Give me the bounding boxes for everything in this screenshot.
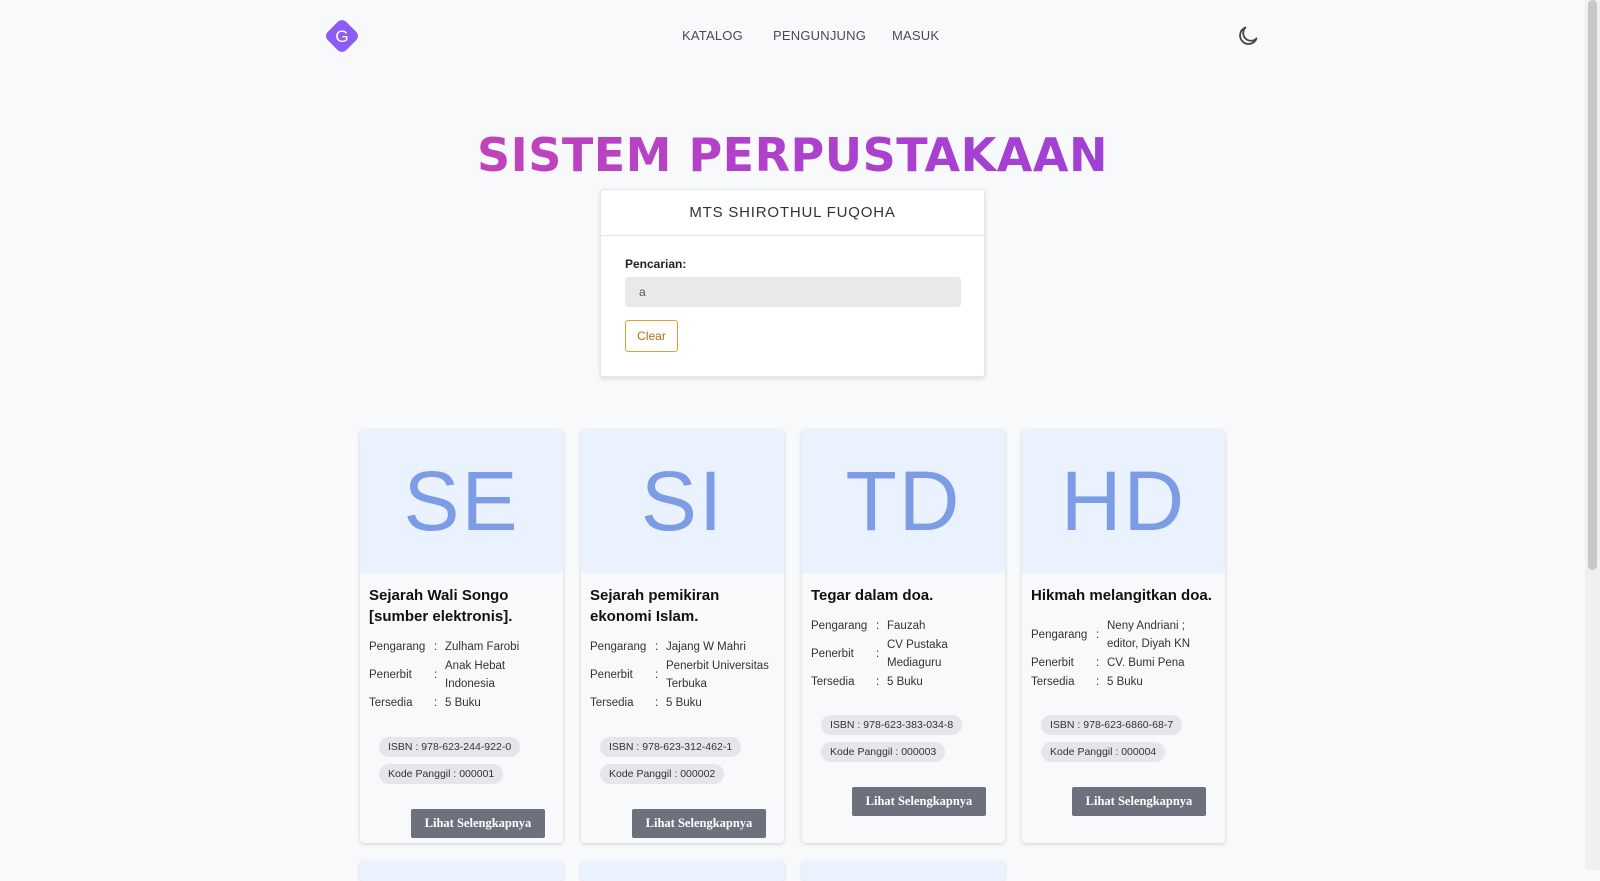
meta-label-tersedia: Tersedia	[590, 696, 634, 709]
meta-colon: :	[1096, 628, 1100, 641]
kode-panggil-badge: Kode Panggil : 000002	[600, 764, 725, 784]
book-card-next-row	[581, 861, 784, 881]
meta-tersedia: 5 Buku	[887, 675, 923, 688]
meta-penerbit: CV. Bumi Pena	[1107, 656, 1185, 669]
meta-penerbit: Anak Hebat Indonesia	[445, 659, 506, 690]
meta-penerbit: CV Pustaka Mediaguru	[887, 638, 948, 669]
meta-colon: :	[876, 647, 880, 660]
meta-colon: :	[1096, 656, 1100, 669]
kode-panggil-badge: Kode Panggil : 000001	[379, 764, 504, 784]
search-input[interactable]	[625, 277, 961, 307]
logo-letter: G	[335, 27, 348, 46]
meta-colon: :	[434, 668, 438, 681]
meta-colon: :	[655, 668, 659, 681]
meta-label-penerbit: Penerbit	[369, 668, 412, 681]
search-label: Pencarian:	[625, 257, 687, 271]
book-meta: Pengarang : Neny Andriani ; editor, Diya…	[1031, 616, 1221, 691]
moon-icon[interactable]	[1236, 24, 1260, 48]
clear-button[interactable]: Clear	[625, 320, 678, 352]
book-card-next-row	[360, 861, 563, 881]
lihat-selengkapnya-button[interactable]: Lihat Selengkapnya	[411, 809, 545, 838]
book-card: SE Sejarah Wali Songo [sumber elektronis…	[360, 430, 563, 843]
meta-colon: :	[1096, 675, 1100, 688]
book-title: Sejarah pemikiran ekonomi Islam.	[590, 587, 720, 625]
meta-pengarang: Neny Andriani ; editor, Diyah KN	[1107, 619, 1191, 650]
search-card: MTS SHIROTHUL FUQOHA Pencarian: Clear	[600, 189, 985, 377]
meta-colon: :	[655, 696, 659, 709]
meta-tersedia: 5 Buku	[1107, 675, 1143, 688]
meta-colon: :	[434, 696, 438, 709]
book-cover-initials: SE	[360, 430, 563, 573]
book-meta: Pengarang : Jajang W Mahri Penerbit : Pe…	[590, 637, 780, 712]
book-meta: Pengarang : Fauzah Penerbit : CV Pustaka…	[811, 616, 1001, 691]
isbn-badge: ISBN : 978-623-244-922-0	[379, 737, 521, 757]
logo[interactable]: G	[323, 17, 361, 55]
meta-colon: :	[876, 675, 880, 688]
book-card: SI Sejarah pemikiran ekonomi Islam. Peng…	[581, 430, 784, 843]
meta-label-pengarang: Pengarang	[1031, 628, 1088, 641]
meta-penerbit: Penerbit Universitas Terbuka	[666, 659, 769, 690]
meta-colon: :	[434, 640, 438, 653]
page-title: SISTEM PERPUSTAKAAN	[0, 128, 1585, 182]
meta-label-penerbit: Penerbit	[811, 647, 854, 660]
meta-label-pengarang: Pengarang	[369, 640, 426, 653]
school-name: MTS SHIROTHUL FUQOHA	[601, 190, 984, 236]
book-title: Hikmah melangitkan doa.	[1031, 587, 1212, 604]
meta-colon: :	[876, 619, 880, 632]
book-card-next-row	[802, 861, 1005, 881]
lihat-selengkapnya-button[interactable]: Lihat Selengkapnya	[1072, 787, 1206, 816]
scrollbar-thumb[interactable]	[1588, 0, 1597, 570]
book-cover-initials: HD	[1022, 430, 1225, 573]
meta-pengarang: Fauzah	[887, 619, 926, 632]
meta-colon: :	[655, 640, 659, 653]
meta-label-penerbit: Penerbit	[1031, 656, 1074, 669]
nav-masuk[interactable]: MASUK	[892, 28, 939, 43]
meta-label-tersedia: Tersedia	[1031, 675, 1075, 688]
lihat-selengkapnya-button[interactable]: Lihat Selengkapnya	[852, 787, 986, 816]
meta-tersedia: 5 Buku	[445, 696, 481, 709]
lihat-selengkapnya-button[interactable]: Lihat Selengkapnya	[632, 809, 766, 838]
kode-panggil-badge: Kode Panggil : 000004	[1041, 742, 1166, 762]
meta-pengarang: Jajang W Mahri	[666, 640, 746, 653]
isbn-badge: ISBN : 978-623-383-034-8	[821, 715, 963, 735]
kode-panggil-badge: Kode Panggil : 000003	[821, 742, 946, 762]
meta-label-penerbit: Penerbit	[590, 668, 633, 681]
book-meta: Pengarang : Zulham Farobi Penerbit : Ana…	[369, 637, 559, 712]
nav-katalog[interactable]: KATALOG	[682, 28, 743, 43]
book-cover-initials: SI	[581, 430, 784, 573]
book-card: TD Tegar dalam doa. Pengarang : Fauzah P…	[802, 430, 1005, 843]
logo-icon: G	[326, 20, 358, 52]
book-title: Sejarah Wali Songo [sumber elektronis].	[369, 587, 513, 625]
meta-label-pengarang: Pengarang	[811, 619, 868, 632]
meta-label-tersedia: Tersedia	[369, 696, 413, 709]
meta-label-pengarang: Pengarang	[590, 640, 647, 653]
book-card: HD Hikmah melangitkan doa. Pengarang : N…	[1022, 430, 1225, 843]
isbn-badge: ISBN : 978-623-312-462-1	[600, 737, 742, 757]
nav-pengunjung[interactable]: PENGUNJUNG	[773, 28, 866, 43]
book-title: Tegar dalam doa.	[811, 587, 934, 604]
isbn-badge: ISBN : 978-623-6860-68-7	[1041, 715, 1183, 735]
meta-label-tersedia: Tersedia	[811, 675, 855, 688]
meta-pengarang: Zulham Farobi	[445, 640, 520, 653]
meta-tersedia: 5 Buku	[666, 696, 702, 709]
book-cover-initials: TD	[802, 430, 1005, 573]
